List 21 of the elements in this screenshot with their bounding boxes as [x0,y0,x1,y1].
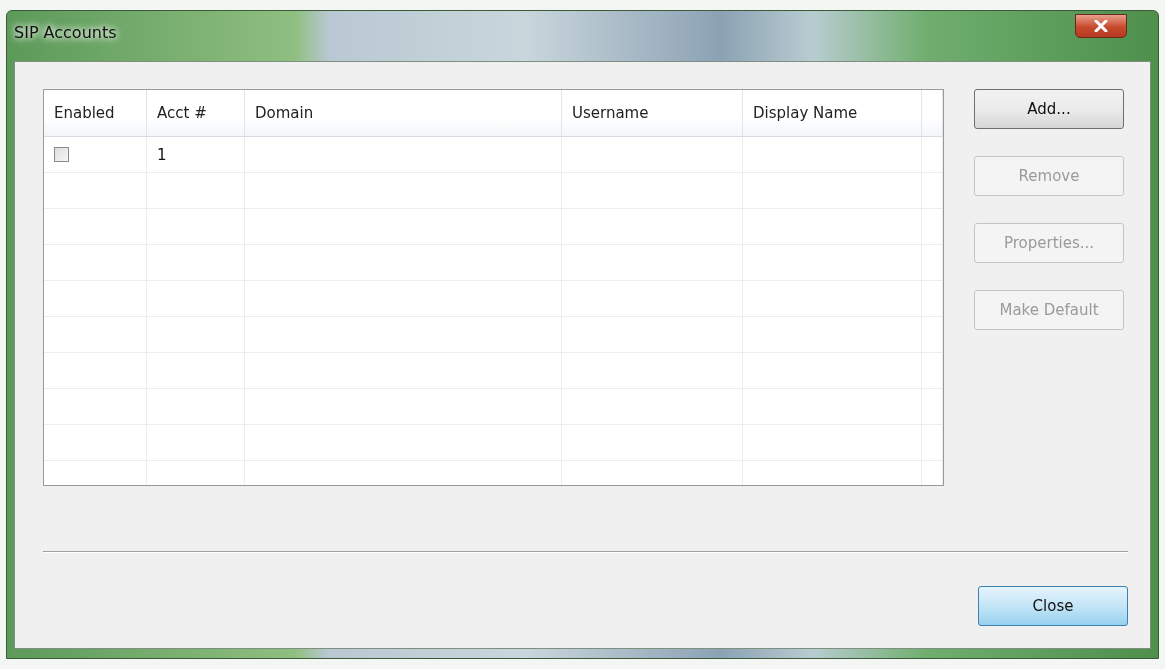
window-title: SIP Accounts [14,23,117,42]
table-cell: 1 [147,137,245,173]
empty-cell [922,173,943,209]
action-button[interactable]: Add... [974,89,1124,129]
empty-cell [922,209,943,245]
empty-cell [922,245,943,281]
close-dialog-button[interactable]: Close [978,586,1128,626]
column-header[interactable]: Enabled [44,90,147,137]
enabled-checkbox[interactable] [54,147,69,162]
empty-cell [922,281,943,317]
empty-cell [922,317,943,353]
close-icon [1094,20,1108,32]
empty-cell [922,425,943,461]
column-header[interactable]: Acct # [147,90,245,137]
empty-header [922,90,943,137]
empty-cell [922,389,943,425]
column-header[interactable]: Username [562,90,743,137]
column-header[interactable]: Domain [245,90,562,137]
close-button[interactable] [1075,14,1127,38]
column-header[interactable]: Display Name [743,90,922,137]
empty-cell [922,353,943,389]
